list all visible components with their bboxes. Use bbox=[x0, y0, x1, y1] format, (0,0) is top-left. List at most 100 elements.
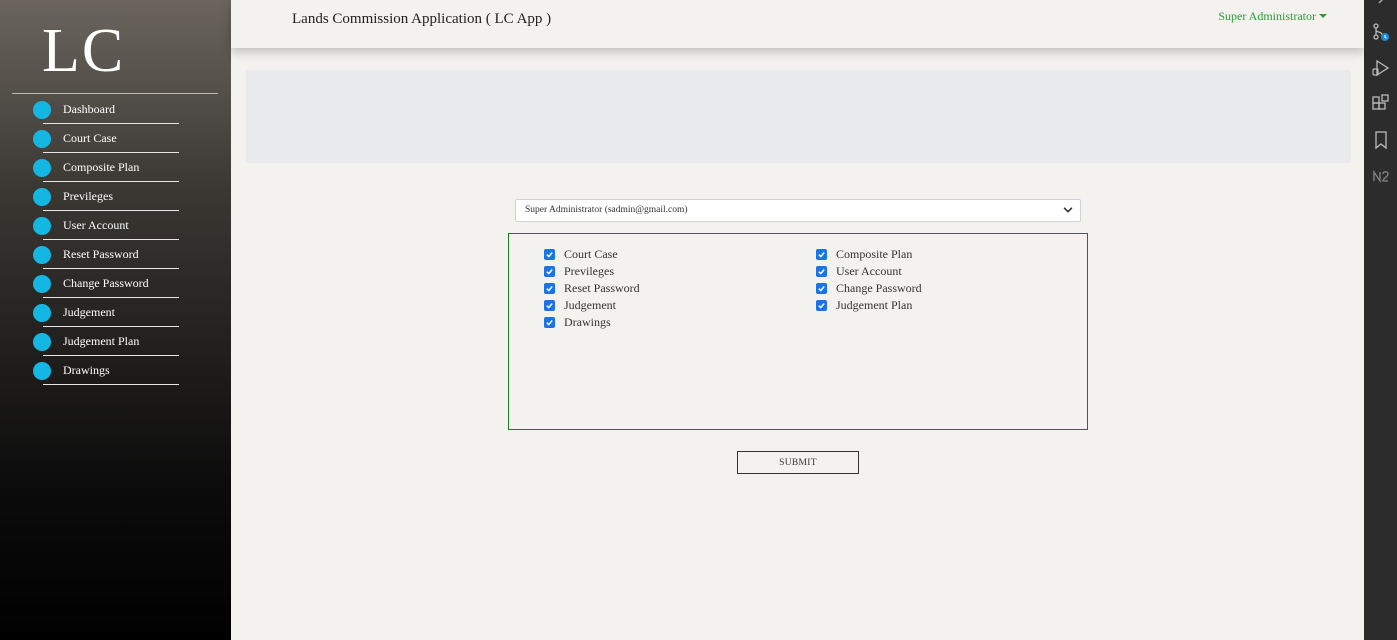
extensions-icon[interactable] bbox=[1371, 94, 1391, 114]
dot-icon bbox=[33, 217, 51, 235]
nav-divider bbox=[43, 268, 179, 269]
permission-label: User Account bbox=[836, 264, 902, 278]
check-icon bbox=[818, 303, 825, 309]
checkbox[interactable] bbox=[544, 283, 555, 294]
checkbox[interactable] bbox=[816, 283, 827, 294]
checkbox[interactable] bbox=[816, 300, 827, 311]
check-icon bbox=[546, 303, 553, 309]
sidebar-item-label: Reset Password bbox=[63, 247, 139, 261]
permission-judgement-plan: Judgement Plan bbox=[816, 297, 922, 314]
permissions-column-right: Composite Plan User Account Change Passw… bbox=[816, 246, 922, 314]
sidebar: LC Dashboard Court Case Composite Plan P… bbox=[0, 0, 231, 640]
caret-down-icon bbox=[1319, 14, 1327, 18]
user-menu-label: Super Administrator bbox=[1218, 9, 1316, 23]
sidebar-item-composite-plan[interactable]: Composite Plan bbox=[0, 154, 231, 183]
bookmark-icon[interactable] bbox=[1371, 130, 1391, 150]
permission-court-case: Court Case bbox=[544, 246, 640, 263]
permission-label: Court Case bbox=[564, 247, 618, 261]
banner-panel bbox=[246, 70, 1351, 163]
permission-composite-plan: Composite Plan bbox=[816, 246, 922, 263]
top-header: Lands Commission Application ( LC App ) … bbox=[231, 0, 1364, 48]
sidebar-item-previleges[interactable]: Previleges bbox=[0, 183, 231, 212]
user-menu-dropdown[interactable]: Super Administrator bbox=[1218, 9, 1327, 24]
check-icon bbox=[818, 286, 825, 292]
check-icon bbox=[546, 286, 553, 292]
check-icon bbox=[818, 252, 825, 258]
permission-label: Previleges bbox=[564, 264, 614, 278]
submit-button[interactable]: SUBMIT bbox=[737, 451, 859, 474]
check-icon bbox=[546, 320, 553, 326]
nav-divider bbox=[43, 152, 179, 153]
run-debug-icon[interactable] bbox=[1371, 58, 1391, 78]
permission-label: Change Password bbox=[836, 281, 922, 295]
dot-icon bbox=[33, 246, 51, 264]
sidebar-item-label: Previleges bbox=[63, 189, 113, 203]
sidebar-item-judgement[interactable]: Judgement bbox=[0, 299, 231, 328]
sidebar-item-label: Dashboard bbox=[63, 102, 115, 116]
sidebar-item-drawings[interactable]: Drawings bbox=[0, 357, 231, 386]
dot-icon bbox=[33, 159, 51, 177]
app-logo: LC bbox=[42, 17, 126, 85]
permission-judgement: Judgement bbox=[544, 297, 640, 314]
permission-label: Judgement Plan bbox=[836, 298, 913, 312]
sidebar-item-label: Judgement bbox=[63, 305, 115, 319]
nav-divider bbox=[43, 297, 179, 298]
sidebar-item-judgement-plan[interactable]: Judgement Plan bbox=[0, 328, 231, 357]
nav-divider bbox=[43, 181, 179, 182]
permissions-column-left: Court Case Previleges Reset Password Jud… bbox=[544, 246, 640, 331]
permissions-panel: Court Case Previleges Reset Password Jud… bbox=[508, 233, 1088, 430]
permission-label: Judgement bbox=[564, 298, 616, 312]
dot-icon bbox=[33, 362, 51, 380]
user-select[interactable]: Super Administrator (sadmin@gmail.com) bbox=[515, 199, 1081, 222]
dot-icon bbox=[33, 188, 51, 206]
sidebar-item-court-case[interactable]: Court Case bbox=[0, 125, 231, 154]
chevron-down-icon bbox=[1063, 207, 1073, 213]
check-icon bbox=[546, 252, 553, 258]
permission-reset-password: Reset Password bbox=[544, 280, 640, 297]
checkbox[interactable] bbox=[544, 317, 555, 328]
dot-icon bbox=[33, 130, 51, 148]
nav-divider bbox=[43, 123, 179, 124]
permission-change-password: Change Password bbox=[816, 280, 922, 297]
sidebar-item-label: User Account bbox=[63, 218, 129, 232]
permission-previleges: Previleges bbox=[544, 263, 640, 280]
dot-icon bbox=[33, 101, 51, 119]
source-control-icon[interactable] bbox=[1371, 22, 1391, 42]
checkbox[interactable] bbox=[544, 266, 555, 277]
nav-divider bbox=[43, 384, 179, 385]
sidebar-item-label: Change Password bbox=[63, 276, 149, 290]
nav-divider bbox=[43, 210, 179, 211]
permission-user-account: User Account bbox=[816, 263, 922, 280]
checkbox[interactable] bbox=[544, 249, 555, 260]
permission-label: Reset Password bbox=[564, 281, 640, 295]
permission-drawings: Drawings bbox=[544, 314, 640, 331]
n2-icon[interactable] bbox=[1371, 166, 1391, 186]
permission-label: Drawings bbox=[564, 315, 611, 329]
sidebar-item-label: Court Case bbox=[63, 131, 117, 145]
sidebar-item-change-password[interactable]: Change Password bbox=[0, 270, 231, 299]
nav-divider bbox=[43, 239, 179, 240]
nav-divider bbox=[43, 326, 179, 327]
sidebar-item-label: Composite Plan bbox=[63, 160, 140, 174]
sidebar-item-label: Drawings bbox=[63, 363, 110, 377]
sidebar-nav: Dashboard Court Case Composite Plan Prev… bbox=[0, 96, 231, 386]
activity-bar bbox=[1364, 0, 1397, 640]
nav-divider bbox=[43, 355, 179, 356]
dot-icon bbox=[33, 304, 51, 322]
app-title: Lands Commission Application ( LC App ) bbox=[292, 11, 552, 27]
sidebar-item-reset-password[interactable]: Reset Password bbox=[0, 241, 231, 270]
sidebar-item-label: Judgement Plan bbox=[63, 334, 140, 348]
checkbox[interactable] bbox=[816, 249, 827, 260]
logo-divider bbox=[12, 93, 218, 94]
chevron-right-icon[interactable] bbox=[1371, 0, 1391, 12]
dot-icon bbox=[33, 333, 51, 351]
checkbox[interactable] bbox=[816, 266, 827, 277]
checkbox[interactable] bbox=[544, 300, 555, 311]
sidebar-item-user-account[interactable]: User Account bbox=[0, 212, 231, 241]
user-select-value: Super Administrator (sadmin@gmail.com) bbox=[525, 205, 688, 215]
sidebar-item-dashboard[interactable]: Dashboard bbox=[0, 96, 231, 125]
dot-icon bbox=[33, 275, 51, 293]
check-icon bbox=[818, 269, 825, 275]
permission-label: Composite Plan bbox=[836, 247, 913, 261]
check-icon bbox=[546, 269, 553, 275]
